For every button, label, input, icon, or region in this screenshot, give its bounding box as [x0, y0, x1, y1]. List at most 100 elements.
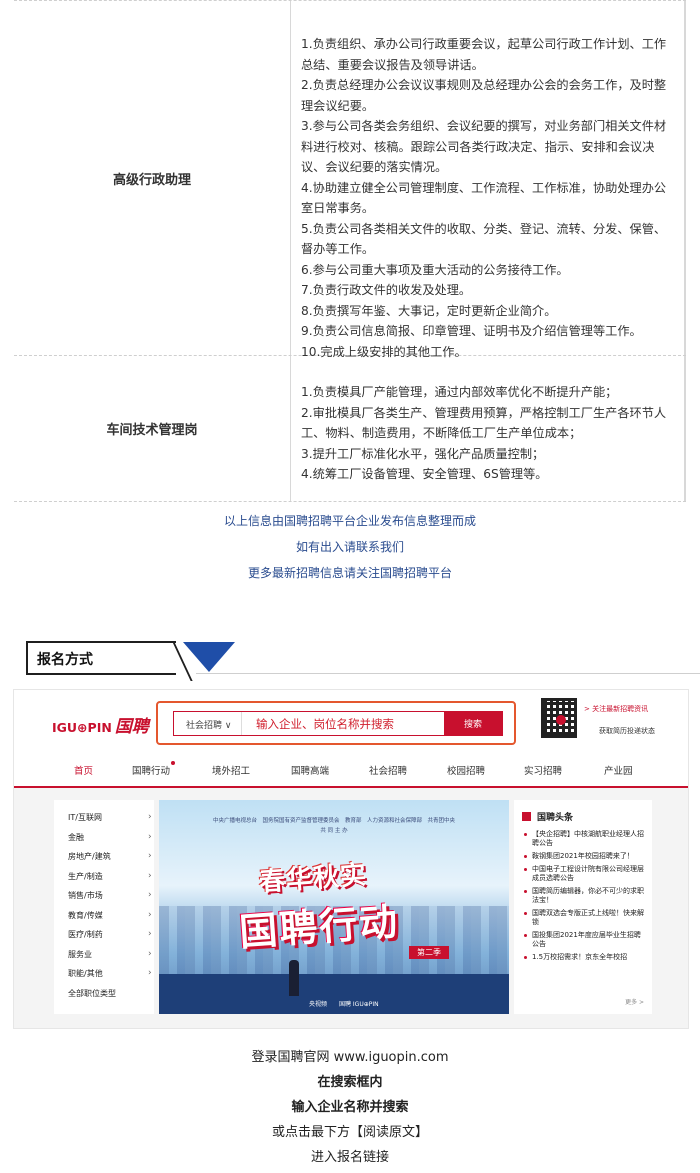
banner-season: 第二季 — [409, 946, 449, 959]
logo-en: IGU⊕PIN — [52, 720, 112, 735]
nav-social[interactable]: 社会招聘 — [369, 763, 407, 777]
contact-note: 如有出入请联系我们 — [295, 540, 404, 554]
chevron-right-icon: › — [148, 968, 152, 978]
duty-line: 3.参与公司各类会务组织、会议纪要的撰写，对业务部门相关文件材 — [301, 119, 667, 133]
chevron-right-icon: › — [148, 948, 152, 959]
news-item[interactable]: 国聘双选会专版正式上线啦！快来解锁 — [522, 909, 646, 927]
banner-logos: 央视频 国聘 IGU⊕PIN — [309, 1001, 379, 1008]
site-nav: 首页 国聘行动 境外招工 国聘高端 社会招聘 校园招聘 实习招聘 产业园 — [14, 754, 688, 788]
chevron-right-icon: › — [148, 909, 152, 920]
category-item[interactable]: 金融 › — [68, 832, 154, 852]
category-item[interactable]: 房地产/建筑 › — [68, 851, 154, 871]
person-figure — [289, 960, 299, 996]
duty-line: 室日常事务。 — [301, 201, 375, 215]
news-item[interactable]: 1.5万校招需求！京东全年校招 — [522, 953, 646, 962]
duty-line: 8.负责撰写年鉴、大事记，定时更新企业简介。 — [301, 303, 557, 318]
nav-park[interactable]: 产业园 — [604, 763, 633, 777]
category-item[interactable]: IT/互联网 › — [68, 812, 154, 832]
footer-search-line: 在搜索框内 — [317, 1075, 383, 1090]
job-description: 1.负责组织、承办公司行政重要会议，起草公司行政工作计划、工作 总结、重要会议报… — [290, 1, 686, 359]
nav-overseas[interactable]: 境外招工 — [212, 763, 250, 777]
news-item[interactable]: 国投集团2021年度应届毕业生招聘公告 — [522, 931, 646, 949]
new-dot-icon — [171, 761, 176, 765]
qr-code-icon — [541, 698, 577, 738]
news-panel: 国聘头条 【央企招聘】中核湖航职业经理人招聘公告 鞍钢集团2021年校园招聘来了… — [514, 800, 652, 1014]
banner-title-2: 国聘行动 — [237, 899, 401, 955]
duty-line: 总结、重要会议报告及领导讲话。 — [301, 57, 484, 72]
footer-enter-line: 输入企业名称并搜索 — [291, 1100, 409, 1115]
category-item[interactable]: 销售/市场 › — [68, 890, 154, 910]
chevron-right-icon: › — [148, 929, 152, 939]
category-item[interactable]: 教育/传媒 › — [68, 910, 154, 930]
duty-line: 9.负责公司信息简报、印章管理、证明书及介绍信管理等工作。 — [301, 324, 642, 338]
search-highlight: 社会招聘 ∨ 搜索 — [156, 701, 516, 745]
footer-link-line: 进入报名链接 — [310, 1150, 389, 1165]
site-header: IGU⊕PIN国聘 社会招聘 ∨ 搜索 > 关注最新招聘资讯 获取简历投递状态 — [14, 690, 688, 754]
qr-caption-follow[interactable]: > 关注最新招聘资讯 — [584, 704, 648, 714]
job-title: 高级行政助理 — [112, 172, 191, 188]
banner-ground — [159, 974, 509, 1014]
banner-title-1: 春华秋实 — [258, 860, 369, 898]
footer-login-line: 登录国聘官网 www.iguopin.com — [251, 1050, 449, 1065]
banner-co-host: 共 同 主 办 — [320, 828, 348, 834]
source-note: 以上信息由国聘招聘平台企业发布信息整理而成 — [223, 514, 476, 528]
section-underline — [196, 673, 700, 674]
nav-action[interactable]: 国聘行动 — [132, 761, 176, 777]
duty-line: 督办等工作。 — [301, 242, 375, 256]
search-button[interactable]: 搜索 — [444, 712, 502, 735]
news-header: 国聘头条 — [522, 810, 646, 823]
news-more-link[interactable]: 更多 > — [625, 997, 644, 1006]
logo-cn: 国聘 — [114, 717, 149, 737]
duty-line: 6.参与公司重大事项及重大活动的公务接待工作。 — [301, 262, 569, 277]
category-menu: IT/互联网 › 金融 › 房地产/建筑 › 生产/制造 › 销售/市场 › 教育/传媒 ›… — [54, 800, 154, 1014]
nav-label: 国聘行动 — [132, 766, 171, 777]
duty-line: 5.负责公司各类相关文件的收取、分类、登记、流转、分发、保管、 — [301, 221, 667, 236]
duty-line: 4.统筹工厂设备管理、安全管理、6S管理等。 — [301, 467, 548, 481]
follow-note: 更多最新招聘信息请关注国聘招聘平台 — [247, 566, 452, 580]
site-logo[interactable]: IGU⊕PIN 国聘 — [52, 712, 149, 737]
section-header: 报名方式 — [26, 641, 700, 681]
website-screenshot: IGU⊕PIN国聘 社会招聘 ∨ 搜索 > 关注最新招聘资讯 获取简历投递状态 … — [13, 689, 689, 1029]
nav-high-end[interactable]: 国聘高端 — [291, 763, 329, 777]
duty-line: 3.提升工厂标准化水平，强化产品质量控制； — [301, 446, 545, 461]
category-item[interactable]: 医疗/制药 › — [68, 929, 154, 949]
search-input[interactable] — [252, 712, 442, 735]
duty-line: 1.负责组织、承办公司行政重要会议，起草公司行政工作计划、工作 — [301, 37, 667, 51]
section-title: 报名方式 — [26, 641, 176, 675]
news-item[interactable]: 【央企招聘】中核湖航职业经理人招聘公告 — [522, 830, 646, 848]
section-triangle-icon — [183, 642, 235, 672]
duty-line: 料进行校对、核稿。跟踪公司各类行政决定、指示、安排和会议决 — [301, 139, 655, 154]
chevron-right-icon: › — [148, 870, 152, 881]
chevron-right-icon: › — [148, 890, 152, 900]
category-item-all[interactable]: 全部职位类型 — [68, 988, 154, 1008]
banner-organizers: 中央广播电视总台 国务院国有资产监督管理委员会 教育部 人力资源和社会保障部 共… — [212, 818, 455, 824]
nav-campus[interactable]: 校园招聘 — [447, 763, 485, 777]
duty-line: 2.负责总经理办公会议议事规则及总经理办公会的会务工作，及时整 — [301, 78, 667, 92]
news-item[interactable]: 鞍钢集团2021年校园招聘来了！ — [522, 852, 646, 861]
duty-line: 2.审批模具厂各类生产、管理费用预算，严格控制工厂生产各环节人 — [301, 405, 667, 420]
news-item[interactable]: 中国电子工程设计院有限公司经理层成员选聘公告 — [522, 865, 646, 883]
duty-line: 7.负责行政文件的收发及处理。 — [301, 283, 472, 297]
nav-home[interactable]: 首页 — [74, 763, 93, 777]
duty-line: 议、会议纪要的落实情况。 — [301, 160, 448, 174]
news-icon — [522, 812, 531, 821]
job-row: 车间技术管理岗 1.负责模具厂产能管理，通过内部效率优化不断提升产能； 2.审批… — [14, 356, 686, 502]
footer-readmore-line: 或点击最下方【阅读原文】 — [271, 1125, 428, 1140]
chevron-right-icon: › — [148, 831, 152, 842]
promo-banner[interactable]: 中央广播电视总台 国务院国有资产监督管理委员会 教育部 人力资源和社会保障部 共… — [159, 800, 509, 1014]
duty-line: 工、物料、制造费用，不断降低工厂生产单位成本； — [301, 426, 582, 440]
category-item[interactable]: 生产/制造 › — [68, 871, 154, 891]
job-title: 车间技术管理岗 — [106, 423, 198, 438]
chevron-right-icon: › — [148, 812, 152, 822]
category-item[interactable]: 职能/其他 › — [68, 968, 154, 988]
duty-line: 理会议纪要。 — [301, 98, 375, 113]
duty-line: 4.协助建立健全公司管理制度、工作流程、工作标准，协助处理办公 — [301, 180, 667, 195]
job-row: 高级行政助理 1.负责组织、承办公司行政重要会议，起草公司行政工作计划、工作 总… — [14, 0, 686, 359]
nav-intern[interactable]: 实习招聘 — [524, 763, 562, 777]
category-item[interactable]: 服务业 › — [68, 949, 154, 969]
search-category-dropdown[interactable]: 社会招聘 ∨ — [174, 712, 242, 735]
news-item[interactable]: 国聘简历编辑器，你必不可少的求职法宝！ — [522, 887, 646, 905]
job-table: 高级行政助理 1.负责组织、承办公司行政重要会议，起草公司行政工作计划、工作 总… — [14, 0, 686, 502]
search-bar: 社会招聘 ∨ 搜索 — [173, 711, 503, 736]
duty-line: 1.负责模具厂产能管理，通过内部效率优化不断提升产能； — [301, 385, 618, 399]
